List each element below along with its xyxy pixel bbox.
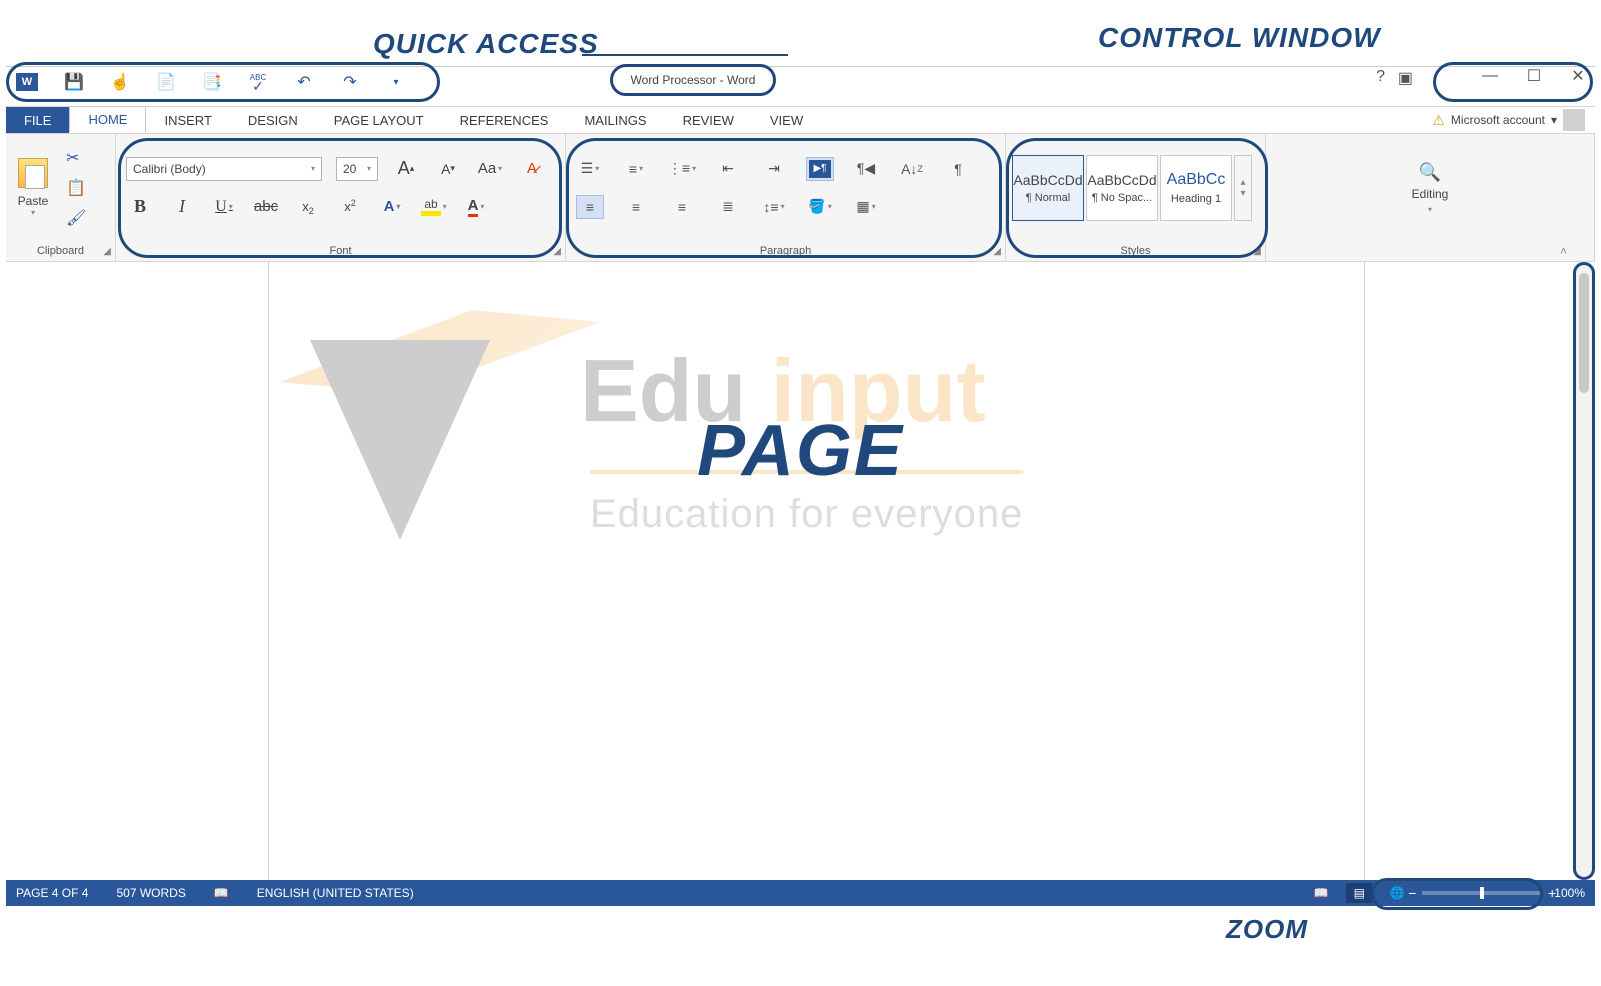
document-page[interactable] (268, 262, 1365, 880)
customize-qat-icon[interactable]: ▾ (386, 72, 406, 92)
tab-file[interactable]: FILE (6, 107, 69, 133)
zoom-slider-thumb[interactable] (1480, 887, 1484, 899)
status-words[interactable]: 507 WORDS (116, 886, 185, 900)
undo-icon[interactable]: ↶ (294, 72, 314, 92)
group-caption-clipboard: Clipboard (37, 245, 84, 257)
scrollbar-thumb[interactable] (1579, 273, 1589, 393)
dialog-launcher-icon[interactable]: ◢ (103, 246, 111, 257)
zoom-level[interactable]: 100% (1554, 886, 1585, 900)
warning-icon: ⚠ (1432, 112, 1445, 129)
annotation-line (582, 54, 788, 56)
annotation-control-window: CONTROL WINDOW (1098, 22, 1381, 54)
tab-page-layout[interactable]: PAGE LAYOUT (316, 107, 442, 133)
editing-label: Editing (1412, 187, 1449, 201)
tab-mailings[interactable]: MAILINGS (566, 107, 664, 133)
paste-button[interactable]: Paste ▾ (6, 158, 60, 217)
editing-button[interactable]: 🔍 Editing ▾ (1266, 162, 1594, 214)
chevron-down-icon: ▾ (1428, 205, 1432, 214)
tab-references[interactable]: REFERENCES (442, 107, 567, 133)
document-area (6, 262, 1595, 880)
new-doc-icon[interactable]: 📄 (156, 72, 176, 92)
spelling-icon[interactable]: ABC✓ (248, 72, 268, 92)
chevron-down-icon: ▾ (1551, 113, 1557, 127)
tab-home[interactable]: HOME (69, 106, 146, 133)
annotation-capsule-styles (1006, 138, 1268, 258)
zoom-slider[interactable] (1422, 891, 1542, 895)
touch-mode-icon[interactable]: ☝ (110, 72, 130, 92)
copy-icon[interactable]: 📋 (66, 178, 86, 198)
tab-design[interactable]: DESIGN (230, 107, 316, 133)
annotation-quick-access: QUICK ACCESS (373, 28, 599, 60)
word-icon[interactable]: W (16, 73, 38, 91)
redo-icon[interactable]: ↷ (340, 72, 360, 92)
status-bar: PAGE 4 OF 4 507 WORDS 📖 ENGLISH (UNITED … (6, 880, 1595, 906)
tab-review[interactable]: REVIEW (665, 107, 752, 133)
quick-access-toolbar: W 💾 ☝ 📄 📑 ABC✓ ↶ ↷ ▾ (16, 70, 406, 94)
save-icon[interactable]: 💾 (64, 72, 84, 92)
group-editing: 🔍 Editing ▾ (1266, 134, 1595, 261)
group-clipboard: Paste ▾ ✂ 📋 🖌 Clipboard ◢ (6, 134, 116, 261)
ribbon-display-icon[interactable]: ▣ (1398, 68, 1413, 88)
find-icon: 🔍 (1419, 162, 1441, 183)
ribbon-tabs: FILE HOME INSERT DESIGN PAGE LAYOUT REFE… (6, 106, 1595, 134)
help-icon[interactable]: ? (1376, 68, 1385, 86)
maximize-icon[interactable]: ☐ (1525, 66, 1543, 86)
close-icon[interactable]: ✕ (1569, 66, 1587, 86)
status-page[interactable]: PAGE 4 OF 4 (16, 886, 88, 900)
chevron-down-icon: ▾ (31, 208, 35, 217)
tab-insert[interactable]: INSERT (146, 107, 229, 133)
paste-label: Paste (18, 194, 49, 208)
annotation-capsule-paragraph (566, 138, 1002, 258)
account-label: Microsoft account (1451, 113, 1545, 127)
status-language[interactable]: ENGLISH (UNITED STATES) (257, 886, 414, 900)
minimize-icon[interactable]: — (1481, 67, 1499, 85)
read-mode-icon[interactable]: 📖 (1308, 883, 1334, 903)
annotation-page: PAGE (697, 410, 904, 492)
annotation-zoom: ZOOM (1226, 914, 1308, 945)
cut-icon[interactable]: ✂ (66, 148, 86, 168)
quick-print-icon[interactable]: 📑 (202, 72, 222, 92)
window-controls: — ☐ ✕ (1481, 66, 1587, 86)
tab-view[interactable]: VIEW (752, 107, 821, 133)
collapse-ribbon-icon[interactable]: ˄ (1560, 244, 1567, 258)
vertical-scrollbar[interactable] (1573, 262, 1595, 880)
clipboard-icon (18, 158, 48, 188)
web-layout-icon[interactable]: 🌐 (1384, 883, 1410, 903)
print-layout-icon[interactable]: ▤ (1346, 883, 1372, 903)
format-painter-icon[interactable]: 🖌 (66, 208, 86, 228)
account-menu[interactable]: ⚠ Microsoft account ▾ (1432, 107, 1595, 133)
window-title: Word Processor - Word (610, 64, 776, 96)
avatar (1563, 109, 1585, 131)
proofing-icon[interactable]: 📖 (214, 886, 229, 900)
annotation-capsule-font (118, 138, 562, 258)
